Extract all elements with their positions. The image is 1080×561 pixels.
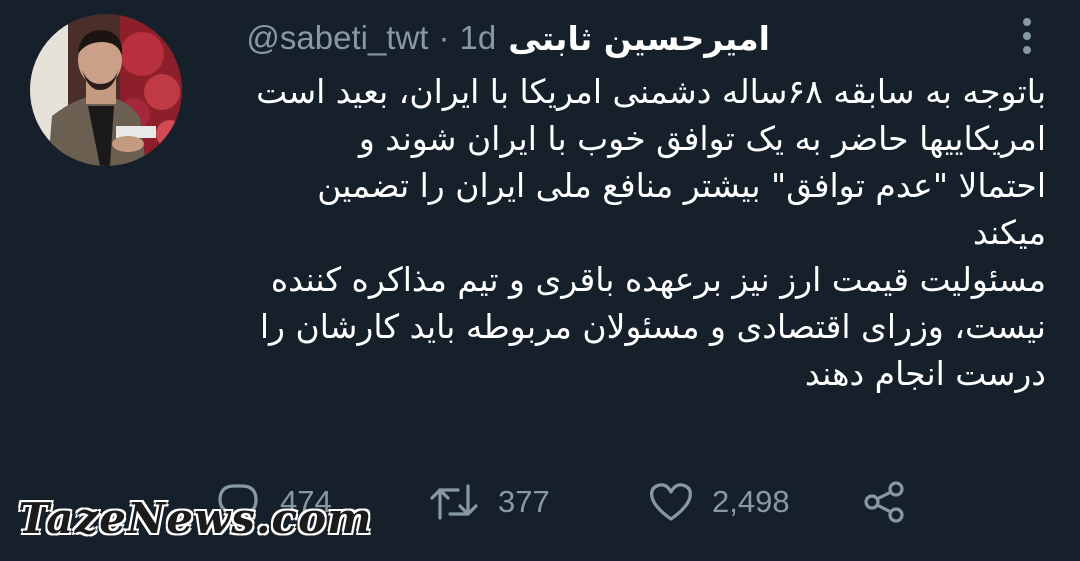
like-button[interactable]: 2,498	[648, 478, 790, 526]
tweet-line: امریکاییها حاضر به یک توافق خوب با ایران…	[358, 119, 1046, 158]
avatar[interactable]	[30, 14, 182, 166]
tweet-line: مسئولیت قیمت ارز نیز برعهده باقری و تیم …	[270, 260, 1046, 299]
like-count: 2,498	[712, 484, 790, 519]
tweet-timestamp[interactable]: 1d	[459, 19, 496, 57]
watermark-logo: TazeNews.com	[17, 493, 373, 544]
author-meta: @sabeti_twt · 1d	[246, 19, 496, 57]
author-handle[interactable]: @sabeti_twt	[246, 19, 428, 57]
avatar-image	[30, 14, 182, 166]
retweet-button[interactable]: 377	[428, 478, 550, 526]
tweet-card[interactable]: امیرحسین ثابتی @sabeti_twt · 1d باتوجه ب…	[0, 0, 1080, 561]
tweet-header: امیرحسین ثابتی @sabeti_twt · 1d	[246, 14, 770, 62]
tweet-text: باتوجه به سابقه ۶۸ساله دشمنی امریکا با ا…	[216, 68, 1046, 397]
share-button[interactable]	[862, 478, 908, 526]
tweet-line: میکند	[972, 213, 1046, 252]
share-icon	[864, 481, 904, 523]
tweet-line: درست انجام دهند	[804, 354, 1046, 393]
retweet-count: 377	[498, 484, 550, 519]
meta-separator: ·	[438, 19, 450, 56]
retweet-icon	[430, 484, 478, 520]
tweet-line: باتوجه به سابقه ۶۸ساله دشمنی امریکا با ا…	[256, 72, 1046, 111]
tweet-line: نیست، وزرای اقتصادی و مسئولان مربوطه بای…	[259, 307, 1046, 346]
heart-icon	[650, 483, 692, 521]
tweet-line: احتمالا "عدم توافق" بیشتر منافع ملی ایرا…	[317, 166, 1046, 205]
author-name[interactable]: امیرحسین ثابتی	[508, 19, 770, 58]
more-vertical-icon[interactable]	[1020, 16, 1034, 56]
